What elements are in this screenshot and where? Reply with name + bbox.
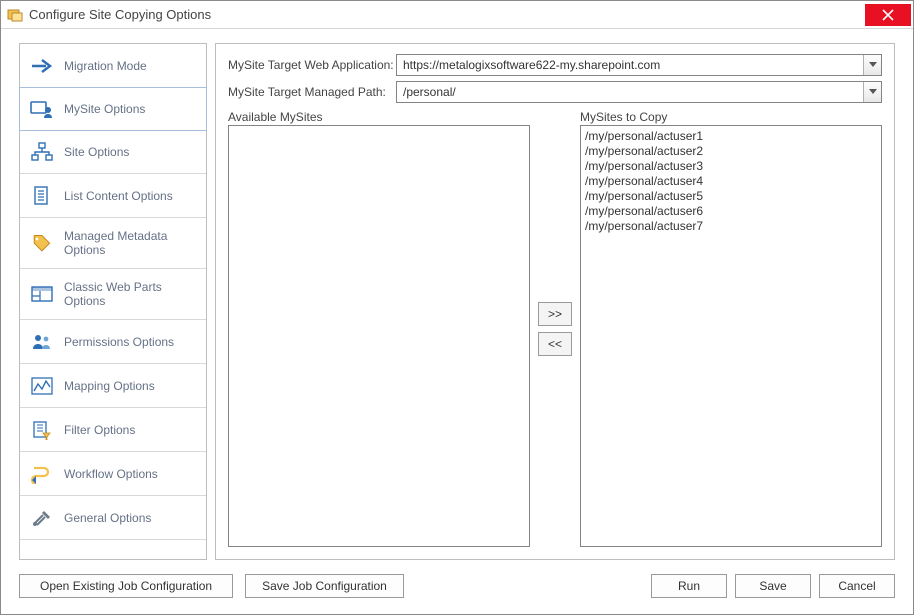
cancel-button[interactable]: Cancel bbox=[819, 574, 895, 598]
list-item[interactable]: /my/personal/actuser5 bbox=[585, 189, 877, 204]
workflow-icon bbox=[30, 464, 54, 484]
sidebar-item-classic-web-parts-options[interactable]: Classic Web Parts Options bbox=[20, 269, 206, 320]
sidebar-item-list-content-options[interactable]: List Content Options bbox=[20, 174, 206, 218]
sidebar-item-label: General Options bbox=[64, 511, 151, 525]
sidebar-item-filter-options[interactable]: Filter Options bbox=[20, 408, 206, 452]
copy-header: MySites to Copy bbox=[580, 110, 882, 124]
target-app-value: https://metalogixsoftware622-my.sharepoi… bbox=[397, 58, 863, 72]
chevron-down-icon bbox=[863, 82, 881, 102]
sidebar-item-label: Migration Mode bbox=[64, 59, 147, 73]
bottom-bar: Open Existing Job Configuration Save Job… bbox=[19, 560, 895, 600]
sidebar-item-label: Filter Options bbox=[64, 423, 135, 437]
tag-icon bbox=[30, 233, 54, 253]
titlebar: Configure Site Copying Options bbox=[1, 1, 913, 29]
list-item[interactable]: /my/personal/actuser1 bbox=[585, 129, 877, 144]
sidebar-item-managed-metadata-options[interactable]: Managed Metadata Options bbox=[20, 218, 206, 269]
save-button[interactable]: Save bbox=[735, 574, 811, 598]
list-item[interactable]: /my/personal/actuser3 bbox=[585, 159, 877, 174]
target-app-combo[interactable]: https://metalogixsoftware622-my.sharepoi… bbox=[396, 54, 882, 76]
list-item[interactable]: /my/personal/actuser2 bbox=[585, 144, 877, 159]
window-title: Configure Site Copying Options bbox=[29, 7, 211, 22]
sidebar-item-label: Managed Metadata Options bbox=[64, 229, 196, 257]
people-icon bbox=[30, 332, 54, 352]
sidebar-item-permissions-options[interactable]: Permissions Options bbox=[20, 320, 206, 364]
sidebar-item-label: Classic Web Parts Options bbox=[64, 280, 196, 308]
chevron-down-icon bbox=[863, 55, 881, 75]
move-right-button[interactable]: >> bbox=[538, 302, 572, 326]
available-header: Available MySites bbox=[228, 110, 530, 124]
save-config-button[interactable]: Save Job Configuration bbox=[245, 574, 404, 598]
users-icon bbox=[30, 99, 54, 119]
document-icon bbox=[30, 186, 54, 206]
sidebar-item-label: Workflow Options bbox=[64, 467, 158, 481]
sidebar-item-mapping-options[interactable]: Mapping Options bbox=[20, 364, 206, 408]
sidebar-item-label: Permissions Options bbox=[64, 335, 174, 349]
sidebar-item-label: Site Options bbox=[64, 145, 129, 159]
available-listbox[interactable] bbox=[228, 125, 530, 547]
mapping-icon bbox=[30, 376, 54, 396]
sidebar-item-label: Mapping Options bbox=[64, 379, 155, 393]
sidebar-item-site-options[interactable]: Site Options bbox=[20, 130, 206, 174]
sitemap-icon bbox=[30, 142, 54, 162]
layout-icon bbox=[30, 284, 54, 304]
managed-path-value: /personal/ bbox=[397, 85, 863, 99]
sidebar-item-workflow-options[interactable]: Workflow Options bbox=[20, 452, 206, 496]
tools-icon bbox=[30, 508, 54, 528]
close-icon bbox=[882, 9, 894, 21]
right-pane: MySite Target Web Application: https://m… bbox=[215, 43, 895, 560]
move-left-button[interactable]: << bbox=[538, 332, 572, 356]
sidebar: Migration Mode MySite Options Site Optio… bbox=[19, 43, 207, 560]
list-item[interactable]: /my/personal/actuser6 bbox=[585, 204, 877, 219]
sidebar-item-label: MySite Options bbox=[64, 102, 145, 116]
list-item[interactable]: /my/personal/actuser7 bbox=[585, 219, 877, 234]
app-icon bbox=[7, 7, 23, 23]
sidebar-item-migration-mode[interactable]: Migration Mode bbox=[20, 44, 206, 88]
list-item[interactable]: /my/personal/actuser4 bbox=[585, 174, 877, 189]
run-button[interactable]: Run bbox=[651, 574, 727, 598]
managed-path-label: MySite Target Managed Path: bbox=[228, 85, 396, 99]
filter-icon bbox=[30, 420, 54, 440]
close-button[interactable] bbox=[865, 4, 911, 26]
sidebar-item-label: List Content Options bbox=[64, 189, 173, 203]
arrow-right-icon bbox=[30, 56, 54, 76]
open-config-button[interactable]: Open Existing Job Configuration bbox=[19, 574, 233, 598]
target-app-label: MySite Target Web Application: bbox=[228, 58, 396, 72]
managed-path-combo[interactable]: /personal/ bbox=[396, 81, 882, 103]
sidebar-item-general-options[interactable]: General Options bbox=[20, 496, 206, 540]
copy-listbox[interactable]: /my/personal/actuser1/my/personal/actuse… bbox=[580, 125, 882, 547]
sidebar-item-mysite-options[interactable]: MySite Options bbox=[19, 87, 207, 131]
